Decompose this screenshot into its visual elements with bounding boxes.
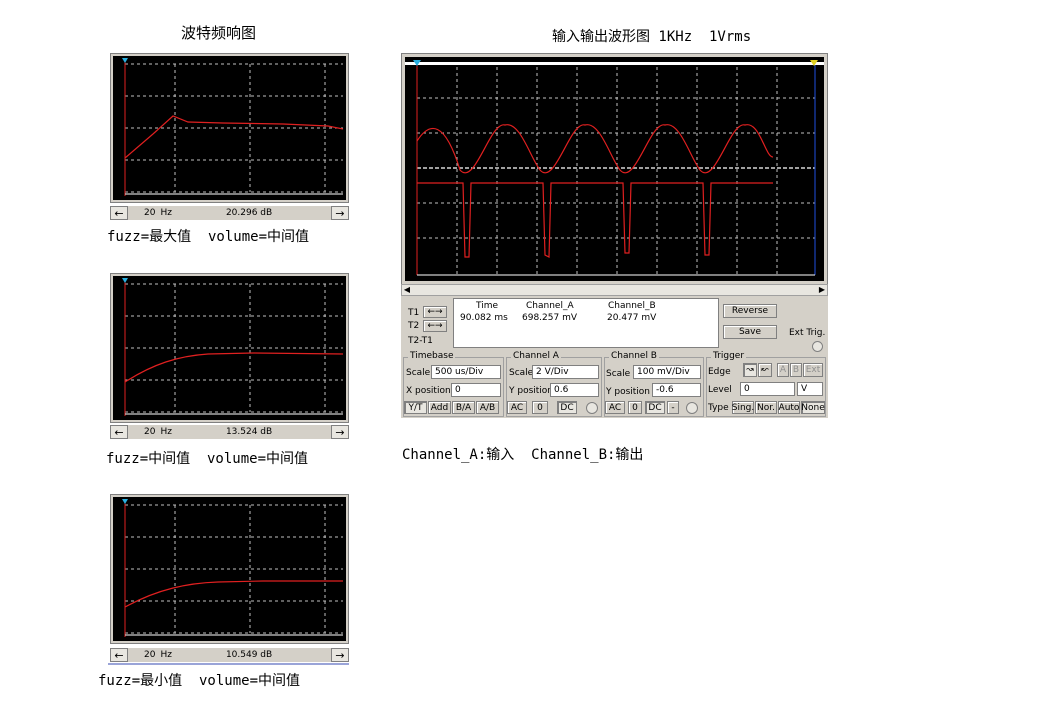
bode-gain: 13.524 dB xyxy=(225,427,273,437)
reverse-button[interactable]: Reverse xyxy=(723,304,777,318)
bode-readout-3: ← 20 Hz 10.549 dB → xyxy=(110,648,349,662)
scope-display xyxy=(401,53,828,285)
ba-mode-button[interactable]: B/A xyxy=(452,401,475,414)
none-trigger-button[interactable]: None xyxy=(801,401,825,414)
cha-scale-field[interactable]: 2 V/Div xyxy=(532,365,599,379)
xpos-field[interactable]: 0 xyxy=(451,383,501,397)
divider xyxy=(108,663,349,665)
bode-freq: 20 xyxy=(144,208,156,218)
bode-plot-3 xyxy=(110,494,349,644)
chb-ac-button[interactable]: AC xyxy=(605,401,625,414)
normal-trigger-button[interactable]: Nor. xyxy=(755,401,777,414)
scroll-right-icon[interactable]: ▶ xyxy=(817,285,827,295)
add-mode-button[interactable]: Add xyxy=(428,401,451,414)
readout-time-header: Time xyxy=(476,301,499,311)
ab-mode-button[interactable]: A/B xyxy=(476,401,499,414)
bode-readout-2: ← 20 Hz 13.524 dB → xyxy=(110,425,349,439)
bode-freq-unit: Hz xyxy=(160,208,172,218)
cha-ypos-label: Y position xyxy=(509,386,554,396)
type-label: Type xyxy=(708,403,729,413)
t2-cursor-arrows-icon[interactable]: ←→ xyxy=(423,320,447,332)
bode-screen-1 xyxy=(113,56,346,200)
trigger-source-b-button[interactable]: B xyxy=(790,363,802,377)
trigger-level-unit[interactable]: V xyxy=(797,382,823,396)
timebase-scale-label: Scale xyxy=(406,368,431,378)
channel-a-title: Channel A xyxy=(511,351,561,361)
bode-caption-3: fuzz=最小值 volume=中间值 xyxy=(98,673,301,689)
right-arrow-icon[interactable]: → xyxy=(331,425,349,439)
bode-readout-1: ← 20 Hz 20.296 dB → xyxy=(110,206,349,220)
right-arrow-icon[interactable]: → xyxy=(331,648,349,662)
left-arrow-icon[interactable]: ← xyxy=(110,648,128,662)
trigger-level-field[interactable]: 0 xyxy=(740,382,795,396)
scope-scrollbar[interactable]: ◀ ▶ xyxy=(401,284,828,296)
chb-scale-label: Scale xyxy=(606,369,631,379)
bode-plot-2 xyxy=(110,273,349,423)
t2-label: T2 xyxy=(408,321,420,331)
left-arrow-icon[interactable]: ← xyxy=(110,425,128,439)
bode-freq-unit: Hz xyxy=(160,427,172,437)
bode-screen-3 xyxy=(113,497,346,641)
scroll-left-icon[interactable]: ◀ xyxy=(402,285,412,295)
level-label: Level xyxy=(708,385,732,395)
edge-label: Edge xyxy=(708,367,731,377)
ext-trig-label: Ext Trig. xyxy=(789,328,826,338)
chb-ypos-label: Y position xyxy=(606,387,651,397)
bode-caption-1: fuzz=最大值 volume=中间值 xyxy=(107,229,310,245)
cha-ac-button[interactable]: AC xyxy=(507,401,527,414)
timebase-title: Timebase xyxy=(408,351,456,361)
falling-edge-icon[interactable]: ↜ xyxy=(758,363,772,377)
cha-zero-button[interactable]: 0 xyxy=(532,401,548,414)
readout-cha-header: Channel_A xyxy=(526,301,574,311)
cha-terminal-icon[interactable] xyxy=(586,402,598,414)
auto-trigger-button[interactable]: Auto xyxy=(778,401,800,414)
readout-time: 90.082 ms xyxy=(460,313,508,323)
ext-trig-terminal-icon[interactable] xyxy=(812,341,823,352)
bode-freq: 20 xyxy=(144,650,156,660)
bode-screen-2 xyxy=(113,276,346,420)
chb-scale-field[interactable]: 100 mV/Div xyxy=(633,365,701,379)
channel-b-title: Channel B xyxy=(609,351,659,361)
right-arrow-icon[interactable]: → xyxy=(331,206,349,220)
chb-ypos-field[interactable]: -0.6 xyxy=(652,383,701,397)
trigger-source-a-button[interactable]: A xyxy=(777,363,789,377)
chb-minus-button[interactable]: - xyxy=(667,401,679,414)
cha-dc-button[interactable]: DC xyxy=(557,401,577,414)
save-button[interactable]: Save xyxy=(723,325,777,339)
cha-scale-label: Scale xyxy=(509,368,534,378)
bode-freq: 20 xyxy=(144,427,156,437)
timebase-scale-field[interactable]: 500 us/Div xyxy=(431,365,501,379)
readout-chb-header: Channel_B xyxy=(608,301,656,311)
bode-freq-unit: Hz xyxy=(160,650,172,660)
scope-control-panel: T1 ←→ T2 ←→ T2-T1 Time Channel_A Channel… xyxy=(401,296,828,418)
cursor-readout: Time Channel_A Channel_B 90.082 ms 698.2… xyxy=(453,298,719,348)
yt-mode-button[interactable]: Y/T xyxy=(404,401,427,414)
channel-caption: Channel_A:输入 Channel_B:输出 xyxy=(402,447,644,463)
bode-title: 波特频响图 xyxy=(181,24,257,42)
chb-terminal-icon[interactable] xyxy=(686,402,698,414)
t1-label: T1 xyxy=(408,308,420,318)
cha-ypos-field[interactable]: 0.6 xyxy=(550,383,599,397)
chb-dc-button[interactable]: DC xyxy=(645,401,665,414)
xpos-label: X position xyxy=(406,386,451,396)
single-trigger-button[interactable]: Sing. xyxy=(732,401,754,414)
left-arrow-icon[interactable]: ← xyxy=(110,206,128,220)
bode-gain: 20.296 dB xyxy=(225,208,273,218)
t1-cursor-arrows-icon[interactable]: ←→ xyxy=(423,306,447,318)
bode-caption-2: fuzz=中间值 volume=中间值 xyxy=(106,451,309,467)
rising-edge-icon[interactable]: ↝ xyxy=(743,363,757,377)
chb-zero-button[interactable]: 0 xyxy=(628,401,642,414)
waveform-title: 输入输出波形图 1KHz 1Vrms xyxy=(552,29,752,45)
readout-cha: 698.257 mV xyxy=(522,313,578,323)
scope-screen xyxy=(405,57,824,281)
t2t1-label: T2-T1 xyxy=(408,336,433,346)
bode-gain: 10.549 dB xyxy=(225,650,273,660)
bode-plot-1 xyxy=(110,53,349,203)
trigger-title: Trigger xyxy=(711,351,747,361)
readout-chb: 20.477 mV xyxy=(607,313,657,323)
trigger-source-ext-button[interactable]: Ext xyxy=(803,363,823,377)
